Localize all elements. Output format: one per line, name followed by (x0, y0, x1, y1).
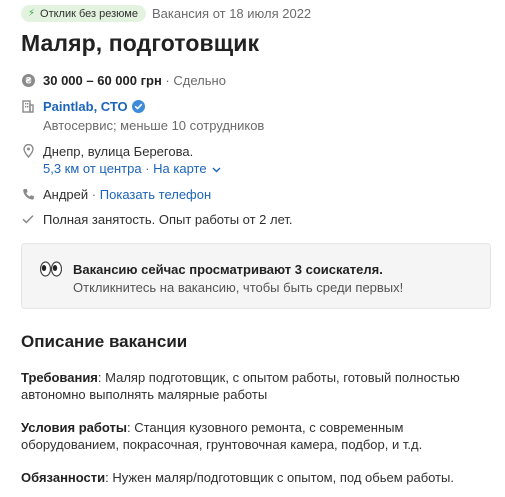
quick-apply-badge: ⚡ Отклик без резюме (21, 5, 146, 22)
employment-row: Полная занятость. Опыт работы от 2 лет. (21, 211, 293, 228)
viewers-notice: Вакансию сейчас просматривают 3 соискате… (21, 243, 491, 309)
chevron-down-icon (212, 160, 221, 177)
distance-link[interactable]: 5,3 км от центра (43, 161, 142, 176)
duties-paragraph: Обязанности: Нужен маляр/подготовщик с о… (21, 469, 471, 486)
duties-label: Обязанности (21, 470, 106, 485)
contact-row: Андрей · Показать телефон (21, 186, 211, 203)
verified-check-icon (131, 100, 145, 113)
requirements-paragraph: Требования: Маляр подготовщик, с опытом … (21, 369, 471, 403)
requirements-label: Требования (21, 370, 98, 385)
show-phone-link[interactable]: Показать телефон (100, 187, 211, 202)
salary-amount: 30 000 – 60 000 грн (43, 73, 162, 88)
building-icon (21, 98, 35, 114)
description-heading: Описание вакансии (21, 332, 188, 351)
posted-date: Вакансия от 18 июля 2022 (152, 6, 312, 21)
employment-text: Полная занятость. Опыт работы от 2 лет. (43, 212, 293, 227)
contact-name: Андрей (43, 187, 89, 202)
map-link-label: На карте (153, 161, 207, 176)
svg-text:₴: ₴ (25, 75, 31, 85)
conditions-paragraph: Условия работы: Станция кузовного ремонт… (21, 419, 471, 453)
eyes-icon (39, 261, 63, 277)
bolt-icon: ⚡ (28, 7, 36, 19)
check-icon (21, 211, 35, 227)
header-meta: ⚡ Отклик без резюме Вакансия от 18 июля … (21, 5, 311, 22)
map-link[interactable]: На карте (153, 161, 221, 176)
location-row: Днепр, вулица Берегова. 5,3 км от центра… (21, 143, 221, 177)
currency-icon: ₴ (21, 72, 35, 88)
salary-row: ₴ 30 000 – 60 000 грн · Сдельно (21, 72, 226, 89)
location-address: Днепр, вулица Берегова. (43, 144, 194, 159)
company-row: Paintlab, СТО Автосервис; меньше 10 сотр… (21, 98, 264, 134)
conditions-label: Условия работы (21, 420, 127, 435)
page-title: Маляр, подготовщик (21, 30, 260, 56)
salary-separator: · (165, 73, 170, 88)
company-link[interactable]: Paintlab, СТО (43, 98, 128, 115)
notice-title: Вакансию сейчас просматривают 3 соискате… (73, 262, 383, 277)
contact-separator: · (91, 187, 97, 202)
quick-apply-label: Отклик без резюме (40, 7, 138, 20)
notice-subtitle: Откликнитесь на вакансию, чтобы быть сре… (73, 280, 404, 295)
phone-icon (21, 186, 35, 202)
company-description: Автосервис; меньше 10 сотрудников (43, 118, 265, 133)
location-separator: · (145, 161, 150, 176)
salary-type: Сдельно (173, 73, 226, 88)
pin-icon (21, 143, 35, 159)
duties-text: : Нужен маляр/подготовщик с опытом, под … (105, 470, 455, 485)
